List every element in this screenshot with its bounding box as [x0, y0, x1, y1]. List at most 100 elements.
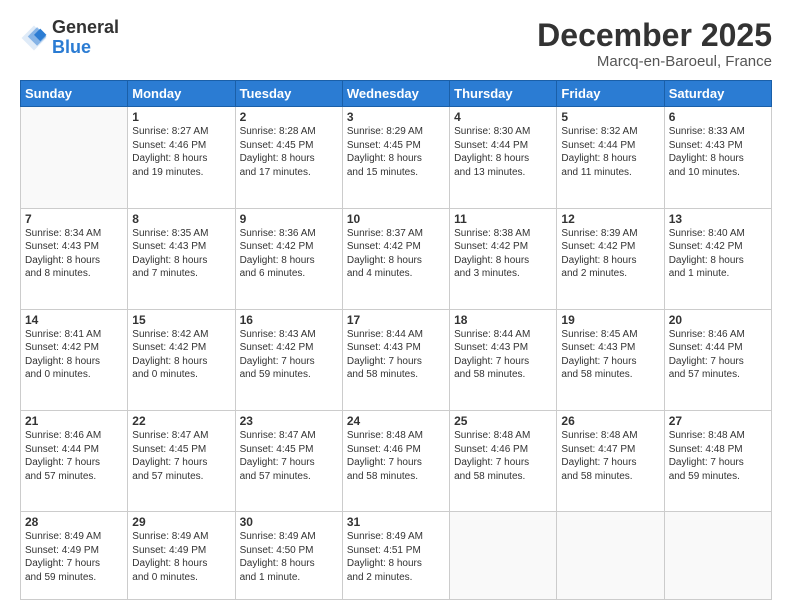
day-number: 24 — [347, 414, 445, 428]
day-info: Sunrise: 8:46 AM Sunset: 4:44 PM Dayligh… — [25, 429, 123, 483]
day-info: Sunrise: 8:30 AM Sunset: 4:44 PM Dayligh… — [454, 125, 552, 179]
day-number: 17 — [347, 313, 445, 327]
day-info: Sunrise: 8:36 AM Sunset: 4:42 PM Dayligh… — [240, 227, 338, 281]
calendar-cell: 5Sunrise: 8:32 AM Sunset: 4:44 PM Daylig… — [557, 107, 664, 208]
calendar-cell: 8Sunrise: 8:35 AM Sunset: 4:43 PM Daylig… — [128, 208, 235, 309]
month-title: December 2025 — [537, 18, 772, 53]
calendar-cell: 18Sunrise: 8:44 AM Sunset: 4:43 PM Dayli… — [450, 309, 557, 410]
day-info: Sunrise: 8:32 AM Sunset: 4:44 PM Dayligh… — [561, 125, 659, 179]
calendar-cell: 22Sunrise: 8:47 AM Sunset: 4:45 PM Dayli… — [128, 411, 235, 512]
day-number: 10 — [347, 212, 445, 226]
calendar-cell: 28Sunrise: 8:49 AM Sunset: 4:49 PM Dayli… — [21, 512, 128, 600]
day-number: 15 — [132, 313, 230, 327]
logo-blue-text: Blue — [52, 37, 91, 57]
location: Marcq-en-Baroeul, France — [537, 53, 772, 70]
day-number: 12 — [561, 212, 659, 226]
day-info: Sunrise: 8:38 AM Sunset: 4:42 PM Dayligh… — [454, 227, 552, 281]
day-info: Sunrise: 8:44 AM Sunset: 4:43 PM Dayligh… — [347, 328, 445, 382]
calendar-week-row: 28Sunrise: 8:49 AM Sunset: 4:49 PM Dayli… — [21, 512, 772, 600]
day-info: Sunrise: 8:41 AM Sunset: 4:42 PM Dayligh… — [25, 328, 123, 382]
day-info: Sunrise: 8:48 AM Sunset: 4:48 PM Dayligh… — [669, 429, 767, 483]
day-number: 29 — [132, 515, 230, 529]
calendar-cell: 30Sunrise: 8:49 AM Sunset: 4:50 PM Dayli… — [235, 512, 342, 600]
day-number: 6 — [669, 110, 767, 124]
calendar-cell — [21, 107, 128, 208]
day-number: 25 — [454, 414, 552, 428]
day-number: 4 — [454, 110, 552, 124]
calendar-cell — [664, 512, 771, 600]
day-info: Sunrise: 8:28 AM Sunset: 4:45 PM Dayligh… — [240, 125, 338, 179]
day-number: 11 — [454, 212, 552, 226]
day-info: Sunrise: 8:34 AM Sunset: 4:43 PM Dayligh… — [25, 227, 123, 281]
calendar-cell: 19Sunrise: 8:45 AM Sunset: 4:43 PM Dayli… — [557, 309, 664, 410]
calendar-cell: 29Sunrise: 8:49 AM Sunset: 4:49 PM Dayli… — [128, 512, 235, 600]
day-info: Sunrise: 8:48 AM Sunset: 4:46 PM Dayligh… — [454, 429, 552, 483]
day-number: 30 — [240, 515, 338, 529]
calendar-header-saturday: Saturday — [664, 81, 771, 107]
calendar-cell: 4Sunrise: 8:30 AM Sunset: 4:44 PM Daylig… — [450, 107, 557, 208]
day-info: Sunrise: 8:35 AM Sunset: 4:43 PM Dayligh… — [132, 227, 230, 281]
calendar-cell: 12Sunrise: 8:39 AM Sunset: 4:42 PM Dayli… — [557, 208, 664, 309]
calendar-cell: 20Sunrise: 8:46 AM Sunset: 4:44 PM Dayli… — [664, 309, 771, 410]
calendar-cell: 1Sunrise: 8:27 AM Sunset: 4:46 PM Daylig… — [128, 107, 235, 208]
calendar-cell — [450, 512, 557, 600]
day-info: Sunrise: 8:48 AM Sunset: 4:47 PM Dayligh… — [561, 429, 659, 483]
calendar-cell: 17Sunrise: 8:44 AM Sunset: 4:43 PM Dayli… — [342, 309, 449, 410]
day-info: Sunrise: 8:45 AM Sunset: 4:43 PM Dayligh… — [561, 328, 659, 382]
day-number: 27 — [669, 414, 767, 428]
calendar-cell: 15Sunrise: 8:42 AM Sunset: 4:42 PM Dayli… — [128, 309, 235, 410]
day-info: Sunrise: 8:37 AM Sunset: 4:42 PM Dayligh… — [347, 227, 445, 281]
day-info: Sunrise: 8:27 AM Sunset: 4:46 PM Dayligh… — [132, 125, 230, 179]
day-number: 28 — [25, 515, 123, 529]
calendar-cell: 3Sunrise: 8:29 AM Sunset: 4:45 PM Daylig… — [342, 107, 449, 208]
day-info: Sunrise: 8:42 AM Sunset: 4:42 PM Dayligh… — [132, 328, 230, 382]
day-number: 14 — [25, 313, 123, 327]
calendar-header-friday: Friday — [557, 81, 664, 107]
calendar-cell: 7Sunrise: 8:34 AM Sunset: 4:43 PM Daylig… — [21, 208, 128, 309]
calendar-header-sunday: Sunday — [21, 81, 128, 107]
day-number: 21 — [25, 414, 123, 428]
calendar-cell — [557, 512, 664, 600]
day-info: Sunrise: 8:43 AM Sunset: 4:42 PM Dayligh… — [240, 328, 338, 382]
header: General Blue December 2025 Marcq-en-Baro… — [20, 18, 772, 70]
day-number: 13 — [669, 212, 767, 226]
day-info: Sunrise: 8:39 AM Sunset: 4:42 PM Dayligh… — [561, 227, 659, 281]
logo-text: General Blue — [52, 18, 119, 58]
day-number: 20 — [669, 313, 767, 327]
calendar-header-wednesday: Wednesday — [342, 81, 449, 107]
day-number: 9 — [240, 212, 338, 226]
day-info: Sunrise: 8:46 AM Sunset: 4:44 PM Dayligh… — [669, 328, 767, 382]
logo: General Blue — [20, 18, 119, 58]
day-number: 26 — [561, 414, 659, 428]
page: General Blue December 2025 Marcq-en-Baro… — [0, 0, 792, 612]
day-info: Sunrise: 8:48 AM Sunset: 4:46 PM Dayligh… — [347, 429, 445, 483]
calendar-cell: 13Sunrise: 8:40 AM Sunset: 4:42 PM Dayli… — [664, 208, 771, 309]
day-info: Sunrise: 8:49 AM Sunset: 4:51 PM Dayligh… — [347, 530, 445, 584]
day-number: 16 — [240, 313, 338, 327]
calendar-cell: 11Sunrise: 8:38 AM Sunset: 4:42 PM Dayli… — [450, 208, 557, 309]
calendar-cell: 25Sunrise: 8:48 AM Sunset: 4:46 PM Dayli… — [450, 411, 557, 512]
calendar-week-row: 7Sunrise: 8:34 AM Sunset: 4:43 PM Daylig… — [21, 208, 772, 309]
calendar-header-row: SundayMondayTuesdayWednesdayThursdayFrid… — [21, 81, 772, 107]
calendar-cell: 10Sunrise: 8:37 AM Sunset: 4:42 PM Dayli… — [342, 208, 449, 309]
calendar-cell: 23Sunrise: 8:47 AM Sunset: 4:45 PM Dayli… — [235, 411, 342, 512]
calendar-header-tuesday: Tuesday — [235, 81, 342, 107]
calendar-cell: 14Sunrise: 8:41 AM Sunset: 4:42 PM Dayli… — [21, 309, 128, 410]
day-info: Sunrise: 8:49 AM Sunset: 4:49 PM Dayligh… — [25, 530, 123, 584]
day-number: 22 — [132, 414, 230, 428]
day-info: Sunrise: 8:47 AM Sunset: 4:45 PM Dayligh… — [132, 429, 230, 483]
calendar-week-row: 21Sunrise: 8:46 AM Sunset: 4:44 PM Dayli… — [21, 411, 772, 512]
day-number: 31 — [347, 515, 445, 529]
calendar-cell: 21Sunrise: 8:46 AM Sunset: 4:44 PM Dayli… — [21, 411, 128, 512]
day-number: 19 — [561, 313, 659, 327]
calendar-cell: 2Sunrise: 8:28 AM Sunset: 4:45 PM Daylig… — [235, 107, 342, 208]
day-number: 5 — [561, 110, 659, 124]
calendar-cell: 6Sunrise: 8:33 AM Sunset: 4:43 PM Daylig… — [664, 107, 771, 208]
day-number: 23 — [240, 414, 338, 428]
day-info: Sunrise: 8:49 AM Sunset: 4:50 PM Dayligh… — [240, 530, 338, 584]
day-info: Sunrise: 8:47 AM Sunset: 4:45 PM Dayligh… — [240, 429, 338, 483]
day-info: Sunrise: 8:33 AM Sunset: 4:43 PM Dayligh… — [669, 125, 767, 179]
calendar-cell: 16Sunrise: 8:43 AM Sunset: 4:42 PM Dayli… — [235, 309, 342, 410]
title-block: December 2025 Marcq-en-Baroeul, France — [537, 18, 772, 70]
calendar-cell: 24Sunrise: 8:48 AM Sunset: 4:46 PM Dayli… — [342, 411, 449, 512]
